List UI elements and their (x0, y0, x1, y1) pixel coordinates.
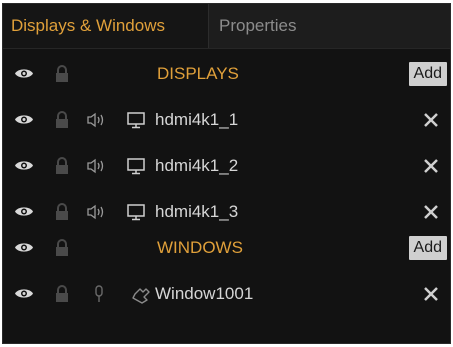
display-name: hdmi4k1_3 (155, 202, 239, 221)
eye-icon[interactable] (14, 159, 34, 172)
windows-section-header: WINDOWS Add (3, 228, 450, 268)
monitor-icon (127, 158, 145, 175)
lock-icon[interactable] (55, 111, 69, 128)
display-list-item[interactable]: hdmi4k1_1 (3, 100, 450, 140)
windows-section-title: WINDOWS (157, 238, 243, 257)
speaker-icon[interactable] (87, 204, 107, 220)
displays-windows-panel: Displays & Windows Properties DISPLAYS A… (2, 3, 451, 344)
speaker-icon[interactable] (87, 112, 107, 128)
window-list-item[interactable]: Window1001 (3, 274, 450, 314)
close-icon[interactable] (423, 286, 439, 302)
lock-icon[interactable] (55, 65, 69, 82)
lock-icon[interactable] (55, 239, 69, 256)
monitor-icon (127, 204, 145, 221)
speaker-icon[interactable] (87, 158, 107, 174)
add-window-button[interactable]: Add (408, 236, 447, 260)
tab-displays-windows[interactable]: Displays & Windows (3, 4, 209, 48)
close-icon[interactable] (423, 204, 439, 220)
microphone-icon[interactable] (93, 285, 105, 303)
monitor-icon (127, 112, 145, 129)
eye-icon[interactable] (14, 113, 34, 126)
display-list-item[interactable]: hdmi4k1_3 (3, 192, 450, 232)
add-display-button[interactable]: Add (408, 62, 447, 86)
displays-section-title: DISPLAYS (157, 64, 239, 83)
eye-icon[interactable] (14, 205, 34, 218)
display-list-item[interactable]: hdmi4k1_2 (3, 146, 450, 186)
displays-section-header: DISPLAYS Add (3, 54, 450, 94)
eye-icon[interactable] (14, 67, 34, 80)
lock-icon[interactable] (55, 157, 69, 174)
lock-icon[interactable] (55, 203, 69, 220)
close-icon[interactable] (423, 112, 439, 128)
window-name: Window1001 (155, 284, 254, 303)
lock-icon[interactable] (55, 285, 69, 302)
eye-icon[interactable] (14, 287, 34, 300)
display-name: hdmi4k1_2 (155, 156, 239, 175)
tab-properties[interactable]: Properties (211, 4, 304, 48)
window-icon (132, 288, 150, 304)
tab-bar: Displays & Windows Properties (3, 4, 450, 49)
close-icon[interactable] (423, 158, 439, 174)
eye-icon[interactable] (14, 241, 34, 254)
display-name: hdmi4k1_1 (155, 110, 239, 129)
